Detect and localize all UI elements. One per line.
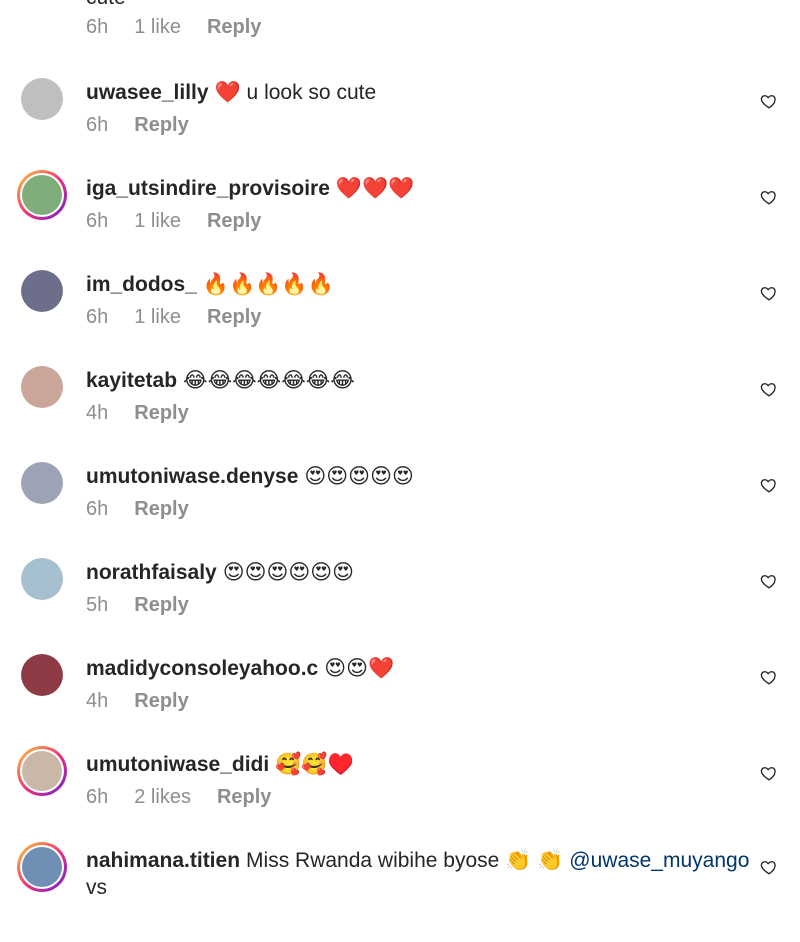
comment-item: umutoniwase.denyse 😍😍😍😍😍 6h Reply: [0, 462, 800, 558]
comment-username[interactable]: norathfaisaly: [86, 561, 217, 584]
partial-comment-text: cute: [86, 0, 126, 10]
comment-username[interactable]: nahimana.titien: [86, 849, 240, 872]
comment-item: norathfaisaly 😍😍😍😍😍😍 5h Reply: [0, 558, 800, 654]
like-heart-icon[interactable]: [760, 668, 778, 686]
avatar[interactable]: [17, 746, 67, 796]
comment-likes[interactable]: 1 like: [134, 16, 181, 39]
comment-body: norathfaisaly 😍😍😍😍😍😍: [86, 558, 730, 588]
comment-text: 🔥🔥🔥🔥🔥: [202, 273, 334, 296]
comment-time: 6h: [86, 210, 109, 232]
avatar[interactable]: [21, 558, 63, 600]
comment-mention-link[interactable]: @uwase_muyango: [569, 849, 749, 872]
comment-likes[interactable]: 1 like: [134, 210, 181, 233]
like-heart-icon[interactable]: [760, 380, 778, 398]
comment-username[interactable]: uwasee_lilly: [86, 81, 209, 104]
comment-item: uwasee_lilly ❤️ u look so cute 6h Reply: [0, 78, 800, 174]
comment-username[interactable]: iga_utsindire_provisoire: [86, 177, 330, 200]
like-heart-icon[interactable]: [760, 572, 778, 590]
comment-body: madidyconsoleyahoo.c 😍😍❤️: [86, 654, 730, 684]
comment-meta: 6h 1 like Reply: [86, 16, 287, 39]
like-heart-icon[interactable]: [760, 188, 778, 206]
avatar[interactable]: [21, 366, 63, 408]
comment-item: kayitetab 😂😂😂😂😂😂😂 4h Reply: [0, 366, 800, 462]
comment-meta: 6h 2 likes Reply: [86, 786, 297, 809]
comment-text: 🥰🥰♥️: [275, 753, 354, 776]
comment-time: 4h: [86, 690, 109, 712]
comment-text: 😍😍😍😍😍: [304, 465, 414, 488]
comment-body: iga_utsindire_provisoire ❤️❤️❤️: [86, 174, 730, 204]
reply-button[interactable]: Reply: [134, 114, 188, 137]
comment-text: 😂😂😂😂😂😂😂: [183, 369, 355, 392]
comment-item: madidyconsoleyahoo.c 😍😍❤️ 4h Reply: [0, 654, 800, 750]
comment-text: ❤️ u look so cute: [214, 81, 377, 104]
comment-time: 6h: [86, 786, 109, 808]
comment-item: im_dodos_ 🔥🔥🔥🔥🔥 6h 1 like Reply: [0, 270, 800, 366]
like-heart-icon[interactable]: [760, 858, 778, 876]
comment-username[interactable]: kayitetab: [86, 369, 177, 392]
comment-body: im_dodos_ 🔥🔥🔥🔥🔥: [86, 270, 730, 300]
like-heart-icon[interactable]: [760, 476, 778, 494]
avatar[interactable]: [21, 270, 63, 312]
comment-meta: 4h Reply: [86, 690, 215, 713]
comment-username[interactable]: im_dodos_: [86, 273, 197, 296]
comment-text-continued: vs: [86, 876, 107, 899]
comment-likes[interactable]: 1 like: [134, 306, 181, 329]
comment-meta: 4h Reply: [86, 402, 215, 425]
comment-text: 😍😍😍😍😍😍: [222, 561, 355, 584]
reply-button[interactable]: Reply: [134, 690, 188, 713]
avatar[interactable]: [17, 842, 67, 892]
reply-button[interactable]: Reply: [217, 786, 271, 809]
comment-time: 6h: [86, 16, 109, 38]
comment-body: nahimana.titien Miss Rwanda wibihe byose …: [86, 846, 749, 876]
avatar[interactable]: [21, 78, 63, 120]
avatar[interactable]: [21, 462, 63, 504]
comment-time: 6h: [86, 306, 109, 328]
avatar[interactable]: [17, 170, 67, 220]
reply-button[interactable]: Reply: [134, 498, 188, 521]
comment-meta: 6h 1 like Reply: [86, 210, 287, 233]
avatar[interactable]: [21, 654, 63, 696]
reply-button[interactable]: Reply: [207, 306, 261, 329]
reply-button[interactable]: Reply: [134, 402, 188, 425]
comment-item: umutoniwase_didi 🥰🥰♥️ 6h 2 likes Reply: [0, 746, 800, 846]
comment-body: kayitetab 😂😂😂😂😂😂😂: [86, 366, 730, 396]
reply-button[interactable]: Reply: [207, 210, 261, 233]
comment-text: ❤️❤️❤️: [335, 177, 415, 200]
comment-meta: 6h Reply: [86, 498, 215, 521]
comment-item: iga_utsindire_provisoire ❤️❤️❤️ 6h 1 like Re…: [0, 170, 800, 270]
comment-meta: 5h Reply: [86, 594, 215, 617]
like-heart-icon[interactable]: [760, 92, 778, 110]
comment-username[interactable]: umutoniwase_didi: [86, 753, 269, 776]
comment-body: uwasee_lilly ❤️ u look so cute: [86, 78, 730, 108]
comment-text: Miss Rwanda wibihe byose 👏 👏: [246, 849, 564, 872]
comment-likes[interactable]: 2 likes: [134, 786, 191, 809]
comment-username[interactable]: madidyconsoleyahoo.c: [86, 657, 318, 680]
comment-time: 5h: [86, 594, 109, 616]
comment-time: 6h: [86, 114, 109, 136]
comment-username[interactable]: umutoniwase.denyse: [86, 465, 298, 488]
reply-button[interactable]: Reply: [134, 594, 188, 617]
comment-time: 4h: [86, 402, 109, 424]
comment-meta: 6h 1 like Reply: [86, 306, 287, 329]
comment-item: nahimana.titien Miss Rwanda wibihe byose …: [0, 842, 800, 942]
like-heart-icon[interactable]: [760, 764, 778, 782]
comment-body: umutoniwase.denyse 😍😍😍😍😍: [86, 462, 730, 492]
comment-text: 😍😍❤️: [324, 657, 395, 680]
comment-time: 6h: [86, 498, 109, 520]
comment-body: umutoniwase_didi 🥰🥰♥️: [86, 750, 730, 780]
comment-meta: 6h Reply: [86, 114, 215, 137]
reply-button[interactable]: Reply: [207, 16, 261, 39]
like-heart-icon[interactable]: [760, 284, 778, 302]
